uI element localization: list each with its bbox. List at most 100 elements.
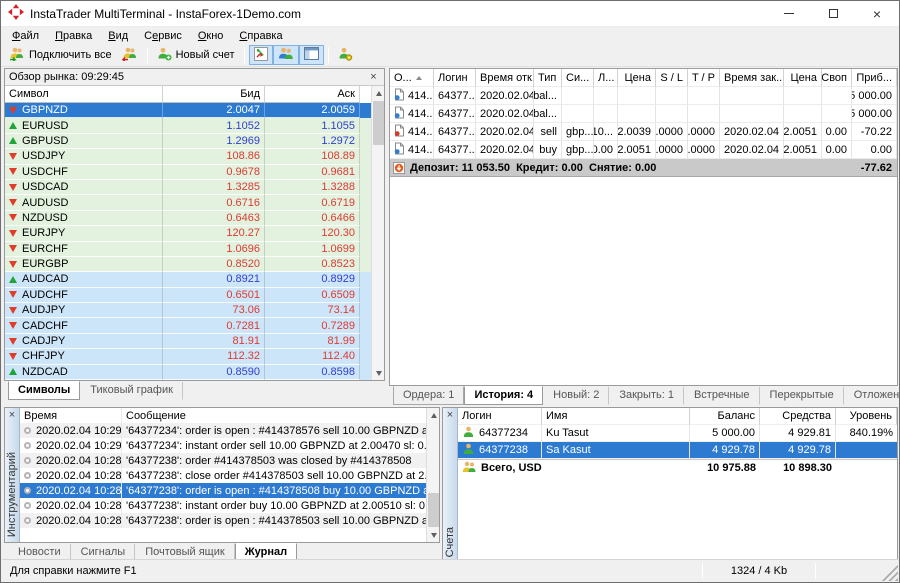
column-header-level[interactable]: Уровень [836,408,897,425]
column-header-swap[interactable]: Своп [822,69,852,87]
scroll-thumb[interactable] [373,101,384,145]
journal-row[interactable]: 2020.02.04 10:28:... '64377238': order i… [20,483,439,498]
column-header-order[interactable]: О... [390,69,434,87]
column-header-login[interactable]: Логин [458,408,542,425]
close-price-cell [784,87,822,105]
column-header-balance[interactable]: Баланс [690,408,760,425]
order-row[interactable]: 414... 64377... 2020.02.04 ... bal... [390,105,897,123]
column-header-ask[interactable]: Аск [265,86,360,103]
column-header-equity[interactable]: Средства [760,408,836,425]
ask-cell: 0.8598 [265,365,360,380]
tab[interactable]: Новый: 2 [543,387,609,405]
order-row[interactable]: 414... 64377... 2020.02.04 ... buy gbp..… [390,141,897,159]
connect-all-button[interactable]: Подключить все [4,45,117,65]
symbol-row[interactable]: EURJPY 120.27 120.30 [5,226,384,241]
column-header-message[interactable]: Сообщение [122,408,439,423]
layout-view-button[interactable] [299,45,324,65]
column-header-bid[interactable]: Бид [163,86,265,103]
menu-item[interactable]: Правка [47,29,100,43]
symbol-row[interactable]: AUDUSD 0.6716 0.6719 [5,195,384,210]
column-header-login[interactable]: Логин [434,69,476,87]
account-settings-button[interactable] [333,45,358,65]
scroll-down-arrow[interactable] [372,366,385,380]
minimize-button[interactable] [767,1,811,27]
symbol-row[interactable]: EURCHF 1.0696 1.0699 [5,242,384,257]
tab[interactable]: Ордера: 1 [393,386,464,405]
symbol-row[interactable]: GBPNZD 2.0047 2.0059 [5,103,384,118]
column-header-type[interactable]: Тип [534,69,562,87]
symbols-view-button[interactable] [249,45,273,65]
symbol-row[interactable]: NZDUSD 0.6463 0.6466 [5,211,384,226]
ask-cell: 0.9681 [265,165,360,180]
order-row[interactable]: 414... 64377... 2020.02.04 ... sell gbp.… [390,123,897,141]
journal-row[interactable]: 2020.02.04 10:28:... '64377238': order #… [20,453,439,468]
journal-row[interactable]: 2020.02.04 10:29:... '64377234': instant… [20,438,439,453]
disconnect-all-button[interactable] [117,45,143,65]
accounts-view-icon [278,47,294,64]
column-header-open-time[interactable]: Время отк... [476,69,534,87]
scroll-up-arrow[interactable] [372,86,385,100]
ask-cell: 2.0059 [265,103,360,118]
journal-row[interactable]: 2020.02.04 10:29:... '64377234': order i… [20,423,439,438]
menu-item[interactable]: Вид [100,29,136,43]
message-cell: '64377238': order is open : #414378503 s… [122,513,439,528]
account-row[interactable]: 64377234 Ku Tasut 5 000.00 4 929.81 840.… [458,425,897,442]
menu-item[interactable]: Справка [231,29,290,43]
resize-grip[interactable] [882,565,898,581]
menu-item[interactable]: Сервис [136,29,190,43]
tab[interactable]: Закрыть: 1 [609,387,684,405]
tab[interactable]: Перекрытые [760,387,844,405]
column-header-symbol[interactable]: Си... [562,69,594,87]
scroll-thumb[interactable] [428,493,439,527]
symbol-row[interactable]: USDCHF 0.9678 0.9681 [5,165,384,180]
tab[interactable]: Встречные [684,387,760,405]
column-header-sl[interactable]: S / L [656,69,688,87]
column-header-close-price[interactable]: Цена [784,69,822,87]
tab[interactable]: История: 4 [464,386,543,405]
symbol-row[interactable]: CADJPY 81.91 81.99 [5,334,384,349]
scroll-up-arrow[interactable] [427,408,440,422]
column-header-close-time[interactable]: Время зак... [720,69,784,87]
symbol-row[interactable]: AUDJPY 73.06 73.14 [5,303,384,318]
tab[interactable]: Символы [8,381,80,400]
column-header-price[interactable]: Цена [618,69,656,87]
symbol-row[interactable]: AUDCAD 0.8921 0.8929 [5,272,384,287]
accounts-close-button[interactable]: × [444,409,457,422]
column-header-time[interactable]: Время [20,408,122,423]
symbol-row[interactable]: CHFJPY 112.32 112.40 [5,349,384,364]
symbol-row[interactable]: EURUSD 1.1052 1.1055 [5,118,384,133]
journal-row[interactable]: 2020.02.04 10:28:... '64377238': instant… [20,498,439,513]
symbol-row[interactable]: EURGBP 0.8520 0.8523 [5,257,384,272]
new-account-button[interactable]: Новый счет [152,45,240,65]
symbol-row[interactable]: USDJPY 108.86 108.89 [5,149,384,164]
symbol-row[interactable]: CADCHF 0.7281 0.7289 [5,318,384,333]
symbol-row[interactable]: NZDCAD 0.8590 0.8598 [5,365,384,380]
deposit-summary-row[interactable]: Депозит: 11 053.50 Кредит: 0.00 Снятие: … [390,159,897,177]
column-header-symbol[interactable]: Символ [5,86,163,103]
symbol-row[interactable]: GBPUSD 1.2969 1.2972 [5,134,384,149]
symbol-row[interactable]: USDCAD 1.3285 1.3288 [5,180,384,195]
message-cell: '64377238': order is open : #414378508 b… [122,483,439,498]
column-header-tp[interactable]: T / P [688,69,720,87]
journal-scrollbar[interactable] [426,408,439,542]
trend-icon [9,153,17,160]
tab[interactable]: Тиковый график [80,382,183,400]
menu-item[interactable]: Файл [4,29,47,43]
accounts-view-button[interactable] [273,45,299,65]
scroll-down-arrow[interactable] [427,528,440,542]
close-button[interactable]: × [855,1,899,27]
maximize-button[interactable] [811,1,855,27]
column-header-profit[interactable]: Приб... [852,69,897,87]
symbol-row[interactable]: AUDCHF 0.6501 0.6509 [5,288,384,303]
journal-row[interactable]: 2020.02.04 10:28:... '64377238': close o… [20,468,439,483]
market-watch-close-button[interactable]: × [367,71,380,84]
toolbox-close-button[interactable]: × [6,409,19,422]
tab[interactable]: Отложенный: 1 [844,387,900,405]
column-header-name[interactable]: Имя [542,408,690,425]
column-header-lots[interactable]: Л... [594,69,618,87]
journal-row[interactable]: 2020.02.04 10:28:... '64377238': order i… [20,513,439,528]
account-row[interactable]: 64377238 Sa Kasut 4 929.78 4 929.78 [458,442,897,459]
menu-item[interactable]: Окно [190,29,232,43]
order-row[interactable]: 414... 64377... 2020.02.04 ... bal... [390,87,897,105]
market-watch-scrollbar[interactable] [371,86,384,380]
